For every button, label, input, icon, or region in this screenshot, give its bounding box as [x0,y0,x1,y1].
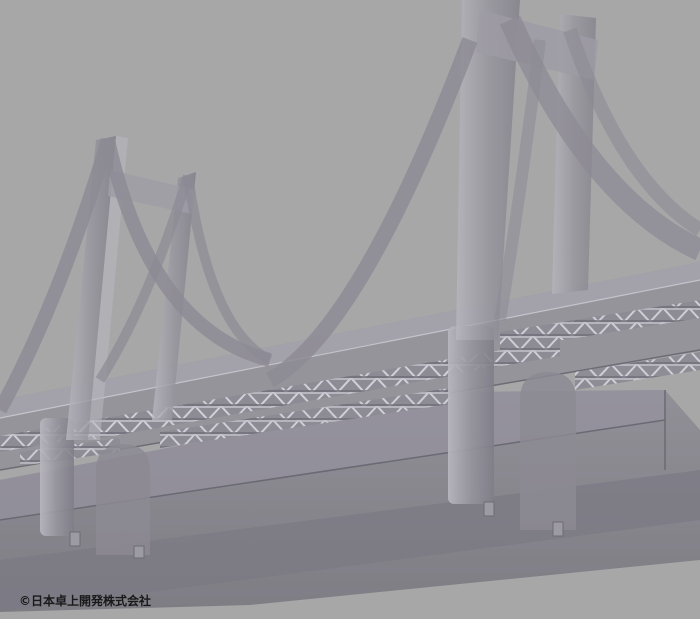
bridge-render-canvas: ©日本卓上開発株式会社 [0,0,700,619]
bridge-scene [0,0,700,619]
copyright-notice: ©日本卓上開発株式会社 [19,594,152,608]
